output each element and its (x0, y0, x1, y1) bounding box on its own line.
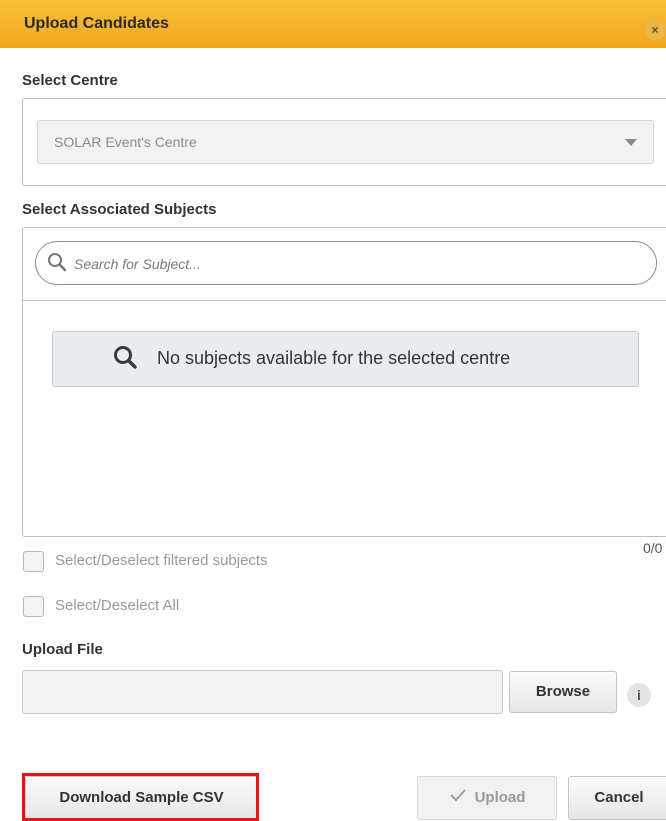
dialog-title: Upload Candidates (24, 15, 169, 32)
select-filtered-label: Select/Deselect filtered subjects (55, 552, 268, 569)
close-icon[interactable]: × (645, 20, 665, 40)
select-filtered-checkbox[interactable] (23, 551, 44, 572)
select-all-checkbox[interactable] (23, 596, 44, 617)
cancel-button[interactable]: Cancel (568, 776, 666, 820)
file-path-field[interactable] (22, 670, 503, 714)
subject-search-input[interactable] (72, 253, 636, 275)
browse-button[interactable]: Browse (509, 671, 617, 713)
centre-select-value: SOLAR Event's Centre (54, 134, 197, 150)
checkmark-icon (449, 777, 467, 819)
empty-message-text: No subjects available for the selected c… (157, 348, 511, 368)
upload-file-label: Upload File (22, 641, 103, 658)
info-icon[interactable]: i (627, 683, 651, 707)
upload-button[interactable]: Upload (417, 776, 557, 820)
centre-select[interactable]: SOLAR Event's Centre (37, 120, 654, 164)
dialog-titlebar: Upload Candidates × (0, 0, 666, 48)
subject-search-box[interactable] (35, 241, 657, 285)
chevron-down-icon (625, 139, 637, 146)
select-subjects-label: Select Associated Subjects (22, 201, 217, 218)
select-all-label: Select/Deselect All (55, 597, 180, 614)
search-icon (113, 345, 139, 376)
subjects-divider (23, 300, 666, 301)
select-centre-label: Select Centre (22, 72, 118, 89)
subject-count: 0/0 (643, 540, 663, 556)
search-icon (47, 252, 67, 277)
upload-button-label: Upload (474, 789, 526, 806)
no-subjects-message: No subjects available for the selected c… (52, 331, 639, 387)
